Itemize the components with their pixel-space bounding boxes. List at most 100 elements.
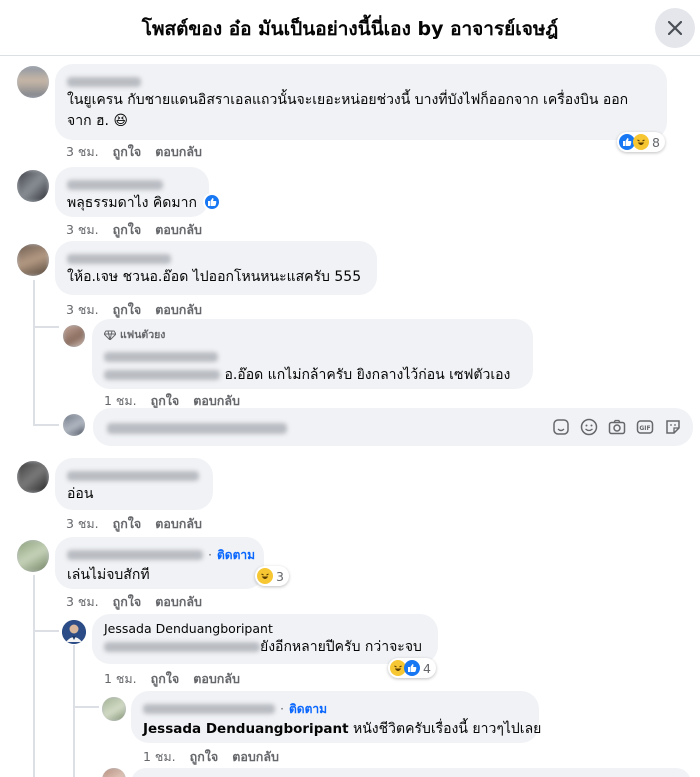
reply-bubble: Jessada Denduangboripant ยังอีกหลายปีครั…	[92, 614, 438, 664]
like-action[interactable]: ถูกใจ	[113, 302, 142, 317]
comment-bubble: ในยูเครน กับชายแดนอิสราเอลแถวนั้นจะเยอะห…	[55, 64, 667, 140]
reply-action[interactable]: ตอบกลับ	[155, 302, 202, 317]
avatar[interactable]	[17, 66, 49, 98]
comment-text: อ่อน	[67, 486, 94, 502]
thread-line	[33, 575, 35, 777]
sticker-icon[interactable]	[551, 417, 571, 437]
mention-link[interactable]: Jessada Denduangboripant	[143, 721, 349, 737]
comment-time[interactable]: 3 ชม.	[66, 516, 99, 531]
fan-badge-label: แฟนตัวยง	[120, 329, 166, 341]
reply-action[interactable]: ตอบกลับ	[155, 144, 202, 159]
follow-link[interactable]: ติดตาม	[217, 548, 255, 562]
reaction-summary[interactable]: 4	[388, 658, 436, 678]
comment-bubble: อ่อน	[55, 458, 213, 510]
reply-action[interactable]: ตอบกลับ	[155, 594, 202, 609]
commenter-name[interactable]	[143, 703, 275, 714]
comment-bubble: พลุธรรมดาไง คิดมาก	[55, 167, 209, 217]
thread-line	[33, 424, 59, 426]
comment-time[interactable]: 3 ชม.	[66, 222, 99, 237]
comment-bubble: ให้อ.เจษ ชวนอ.อ๊อด ไปออกโหนหนะแสครับ 555	[55, 241, 377, 295]
commenter-name[interactable]	[104, 351, 218, 362]
haha-reaction-icon	[633, 134, 649, 150]
svg-text:GIF: GIF	[639, 425, 650, 432]
comment-time[interactable]: 1 ชม.	[104, 393, 137, 408]
reply-action[interactable]: ตอบกลับ	[155, 516, 202, 531]
dialog-header: โพสต์ของ อ๋อ มันเป็นอย่างนี้นี่เอง by อา…	[0, 0, 700, 56]
avatar[interactable]	[17, 540, 49, 572]
avatar	[102, 768, 126, 777]
reaction-count: 3	[276, 568, 284, 584]
reply-action[interactable]: ตอบกลับ	[193, 671, 240, 686]
avatar[interactable]	[17, 170, 49, 202]
close-button[interactable]	[655, 8, 695, 48]
comment-time[interactable]: 1 ชม.	[104, 671, 137, 686]
comment-time[interactable]: 3 ชม.	[66, 594, 99, 609]
like-action[interactable]: ถูกใจ	[151, 393, 180, 408]
comment-actions: 3 ชม. ถูกใจ ตอบกลับ	[66, 220, 216, 240]
comment-text: จาก ฮ. 😆	[67, 113, 129, 129]
gif-icon[interactable]: GIF	[635, 417, 655, 437]
reaction-count: 4	[423, 660, 431, 676]
like-reaction-icon	[404, 660, 420, 676]
thread-line	[33, 326, 59, 328]
like-action[interactable]: ถูกใจ	[190, 749, 219, 764]
mention-blurred[interactable]	[104, 370, 220, 380]
like-action[interactable]: ถูกใจ	[113, 144, 142, 159]
comment-text: เล่นไม่จบสักที	[67, 567, 150, 583]
comment-actions: 3 ชม. ถูกใจ ตอบกลับ	[66, 300, 216, 320]
commenter-name[interactable]	[67, 179, 163, 190]
reply-bubble: แฟนตัวยง อ.อ๊อด แกไม่กล้าครับ ยิงกลางไว้…	[92, 319, 533, 389]
like-action[interactable]: ถูกใจ	[113, 516, 142, 531]
like-reaction-icon[interactable]	[203, 193, 221, 211]
avatar[interactable]	[102, 697, 126, 721]
emoji-icon[interactable]	[579, 417, 599, 437]
reaction-count: 8	[652, 134, 660, 150]
comment-actions: 3 ชม. ถูกใจ ตอบกลับ	[66, 142, 216, 162]
reply-action[interactable]: ตอบกลับ	[232, 749, 279, 764]
like-action[interactable]: ถูกใจ	[113, 222, 142, 237]
thread-line	[73, 706, 99, 708]
comment-actions: 1 ชม. ถูกใจ ตอบกลับ	[104, 669, 254, 689]
reaction-summary[interactable]: 3	[255, 566, 289, 586]
comment-text: ให้อ.เจษ ชวนอ.อ๊อด ไปออกโหนหนะแสครับ 555	[67, 269, 362, 285]
commenter-name[interactable]	[67, 549, 203, 560]
sticker-pack-icon[interactable]	[663, 417, 683, 437]
comment-text: ยังอีกหลายปีครับ กว่าจะจบ	[260, 639, 422, 655]
like-action[interactable]: ถูกใจ	[113, 594, 142, 609]
comment-time[interactable]: 3 ชม.	[66, 302, 99, 317]
reaction-summary[interactable]: 8	[617, 132, 665, 152]
reply-bubble	[131, 768, 691, 777]
comment-text: ในยูเครน กับชายแดนอิสราเอลแถวนั้นจะเยอะห…	[67, 92, 629, 108]
thread-line	[33, 630, 59, 632]
reply-action[interactable]: ตอบกลับ	[193, 393, 240, 408]
fan-badge: แฟนตัวยง	[104, 326, 521, 343]
like-action[interactable]: ถูกใจ	[151, 671, 180, 686]
commenter-name[interactable]: Jessada Denduangboripant	[104, 621, 426, 637]
mention-blurred[interactable]	[104, 642, 260, 652]
comment-actions: 3 ชม. ถูกใจ ตอบกลับ	[66, 514, 216, 534]
diamond-icon	[104, 330, 116, 340]
reply-composer-input[interactable]: GIF	[93, 408, 693, 446]
composer-placeholder-blurred	[107, 423, 287, 434]
avatar[interactable]	[17, 461, 49, 493]
reply-action[interactable]: ตอบกลับ	[155, 222, 202, 237]
comment-actions: 3 ชม. ถูกใจ ตอบกลับ	[66, 592, 216, 612]
commenter-name[interactable]	[67, 253, 171, 264]
comment-time[interactable]: 3 ชม.	[66, 144, 99, 159]
comment-time[interactable]: 1 ชม.	[143, 749, 176, 764]
comment-bubble: · ติดตาม เล่นไม่จบสักที	[55, 537, 264, 589]
avatar[interactable]	[17, 244, 49, 276]
thread-line	[73, 645, 75, 777]
commenter-name[interactable]	[67, 76, 141, 87]
avatar[interactable]	[63, 325, 85, 347]
comment-text: พลุธรรมดาไง คิดมาก	[67, 195, 197, 211]
comment-text: หนังชีวิตครับเรื่องนี้ ยาวๆไปเลย	[348, 721, 542, 737]
commenter-name[interactable]	[67, 470, 199, 481]
camera-icon[interactable]	[607, 417, 627, 437]
thread-line	[33, 280, 35, 426]
avatar	[63, 414, 85, 436]
comment-text: อ.อ๊อด แกไม่กล้าครับ ยิงกลางไว้ก่อน เซฟต…	[224, 367, 511, 383]
follow-link[interactable]: ติดตาม	[289, 702, 327, 716]
haha-reaction-icon	[257, 568, 273, 584]
avatar[interactable]	[62, 620, 86, 644]
